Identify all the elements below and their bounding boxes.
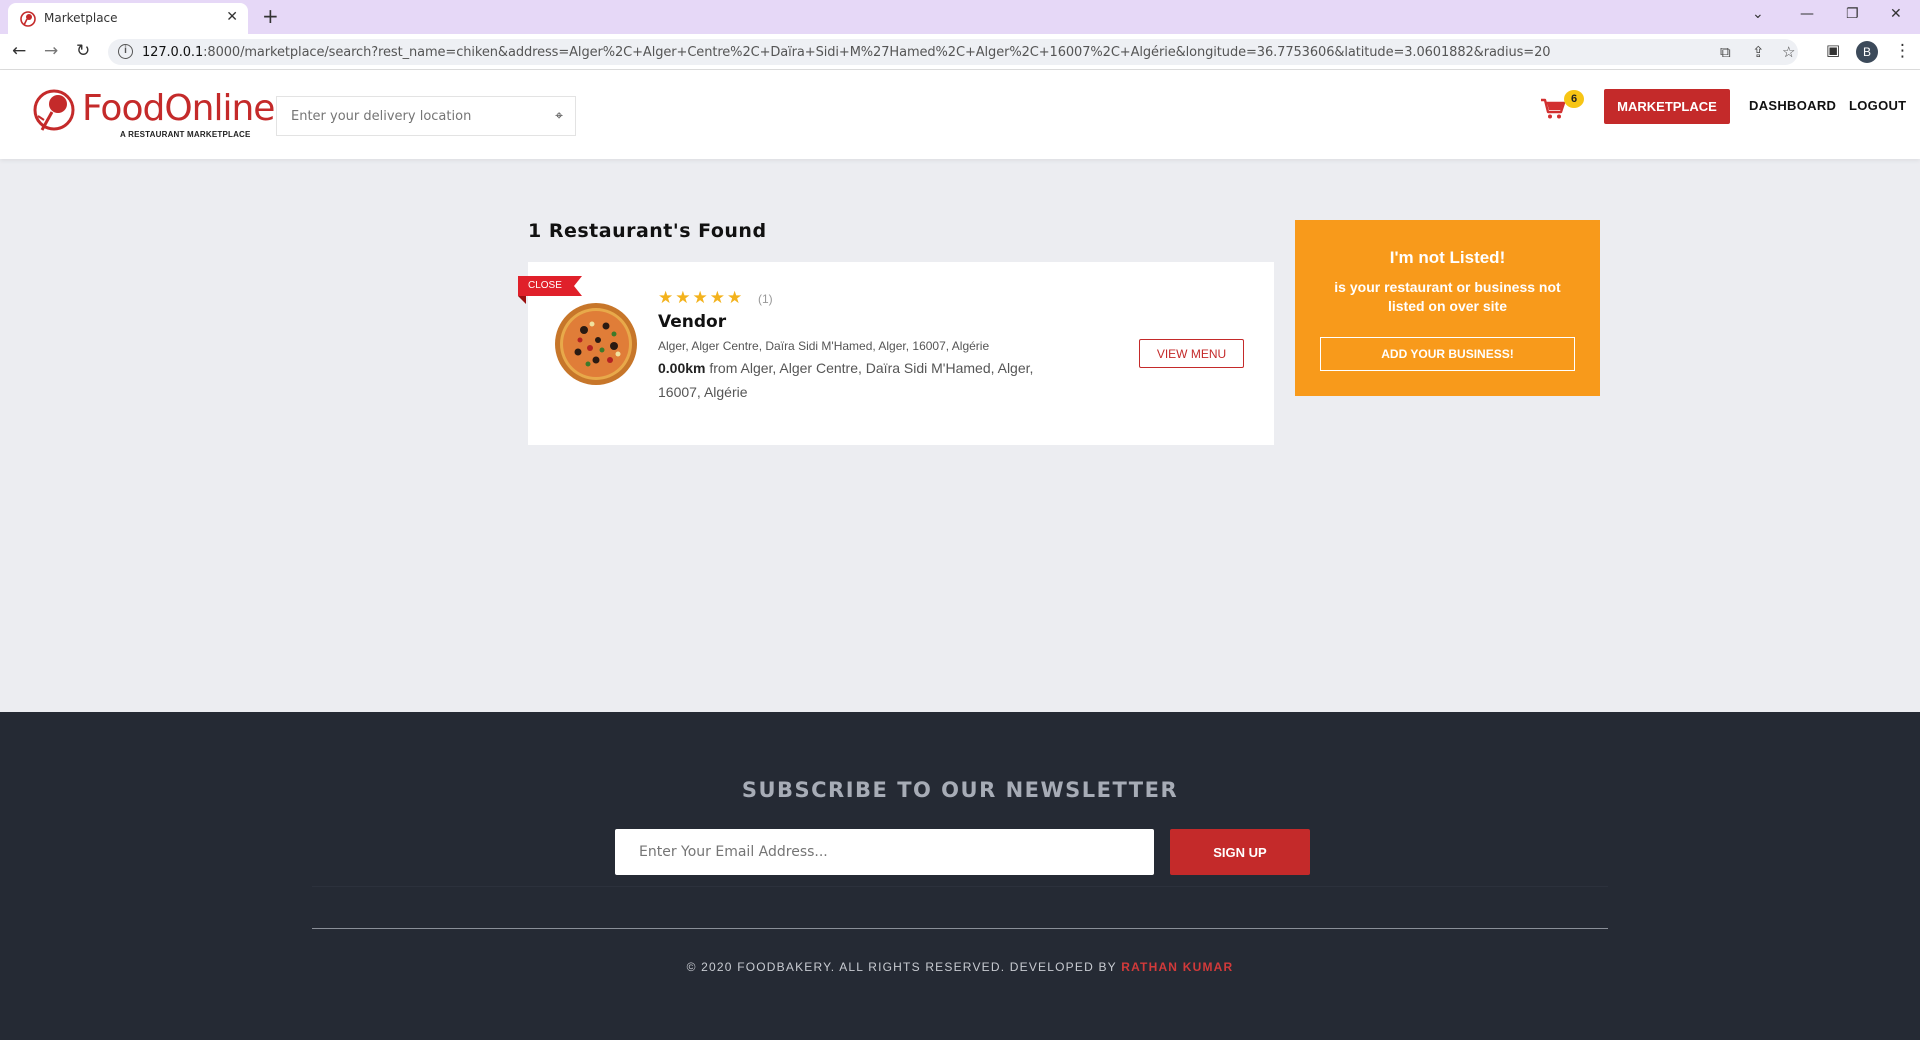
results-count-title: 1 Restaurant's Found [528, 220, 767, 242]
site-info-icon[interactable]: i [118, 44, 133, 59]
browser-menu-icon[interactable]: ⋮ [1894, 41, 1911, 61]
vendor-distance: 0.00km from Alger, Alger Centre, Daïra S… [658, 360, 1034, 400]
marketplace-button[interactable]: MARKETPLACE [1604, 89, 1730, 124]
new-tab-icon[interactable]: + [262, 4, 279, 28]
close-window-icon[interactable]: ✕ [1890, 6, 1902, 22]
cart-icon [1541, 98, 1566, 119]
translate-icon[interactable]: ⧉ [1720, 43, 1731, 61]
cart-button[interactable]: 6 [1540, 90, 1590, 126]
rating-stars-icon: ★★★★★ [658, 288, 745, 308]
signup-button[interactable]: SIGN UP [1170, 829, 1310, 875]
minimize-icon[interactable]: — [1800, 6, 1814, 22]
delivery-location-input[interactable] [291, 109, 541, 124]
add-business-button[interactable]: ADD YOUR BUSINESS! [1320, 337, 1575, 371]
restaurant-card: CLOSE ★★★★★ (1) Vendor Alger, Alger Cent… [518, 262, 1274, 445]
newsletter-heading: SUBSCRIBE TO OUR NEWSLETTER [741, 778, 1179, 802]
not-listed-subtitle: is your restaurant or business not liste… [1334, 279, 1561, 314]
dashboard-link[interactable]: DASHBOARD [1749, 98, 1836, 113]
tab-title: Marketplace [44, 11, 118, 25]
share-icon[interactable]: ⇪ [1752, 43, 1765, 61]
copyright-text: © 2020 FOODBAKERY. ALL RIGHTS RESERVED. … [686, 960, 1234, 974]
url-text: 127.0.0.1:8000/marketplace/search?rest_n… [142, 45, 1551, 60]
profile-avatar[interactable]: B [1856, 41, 1878, 63]
delivery-location-box: ⌖ [276, 96, 576, 136]
not-listed-title: I'm not Listed! [1389, 248, 1506, 267]
browser-toolbar: ← → ↻ i 127.0.0.1:8000/marketplace/searc… [0, 34, 1920, 70]
logo-mark-icon [33, 89, 75, 131]
view-menu-button[interactable]: VIEW MENU [1139, 339, 1244, 368]
back-arrow-icon[interactable]: ← [12, 41, 26, 61]
restaurant-pizza-image[interactable] [554, 302, 638, 386]
close-tab-icon[interactable]: ✕ [226, 9, 238, 25]
vendor-address: Alger, Alger Centre, Daïra Sidi M'Hamed,… [658, 339, 990, 353]
rating-count: (1) [758, 292, 773, 306]
logo-text: FoodOnline [82, 88, 275, 129]
status-ribbon: CLOSE [518, 276, 582, 304]
reload-icon[interactable]: ↻ [76, 41, 90, 61]
forward-arrow-icon[interactable]: → [44, 41, 58, 61]
crosshair-location-icon[interactable]: ⌖ [555, 107, 563, 124]
logout-link[interactable]: LOGOUT [1849, 98, 1906, 113]
newsletter-email-input[interactable] [615, 829, 1154, 875]
restore-icon[interactable]: ❐ [1846, 6, 1859, 22]
vendor-name[interactable]: Vendor [658, 312, 726, 332]
bookmark-star-icon[interactable]: ☆ [1782, 43, 1795, 61]
side-panel-icon[interactable]: ▣ [1826, 41, 1840, 59]
developer-link[interactable]: RATHAN KUMAR [1121, 960, 1233, 974]
footer-divider [312, 928, 1608, 929]
cart-count-badge: 6 [1564, 90, 1584, 108]
tab-search-chevron-icon[interactable]: ⌄ [1752, 6, 1764, 22]
logo-tagline: A RESTAURANT MARKETPLACE [120, 130, 251, 139]
address-bar[interactable]: i 127.0.0.1:8000/marketplace/search?rest… [108, 39, 1798, 65]
foodonline-favicon-icon [20, 11, 36, 27]
site-footer: SUBSCRIBE TO OUR NEWSLETTER SIGN UP © 20… [0, 712, 1920, 1040]
site-header: FoodOnline A RESTAURANT MARKETPLACE ⌖ 6 … [0, 70, 1920, 159]
not-listed-panel: I'm not Listed! is your restaurant or bu… [1295, 220, 1600, 396]
browser-tab[interactable]: Marketplace ✕ [8, 3, 248, 34]
browser-tab-bar: Marketplace ✕ + ⌄ — ❐ ✕ [0, 0, 1920, 34]
foodonline-logo[interactable]: FoodOnline A RESTAURANT MARKETPLACE [32, 84, 275, 144]
footer-divider-top [312, 886, 1608, 887]
status-label: CLOSE [528, 280, 562, 291]
